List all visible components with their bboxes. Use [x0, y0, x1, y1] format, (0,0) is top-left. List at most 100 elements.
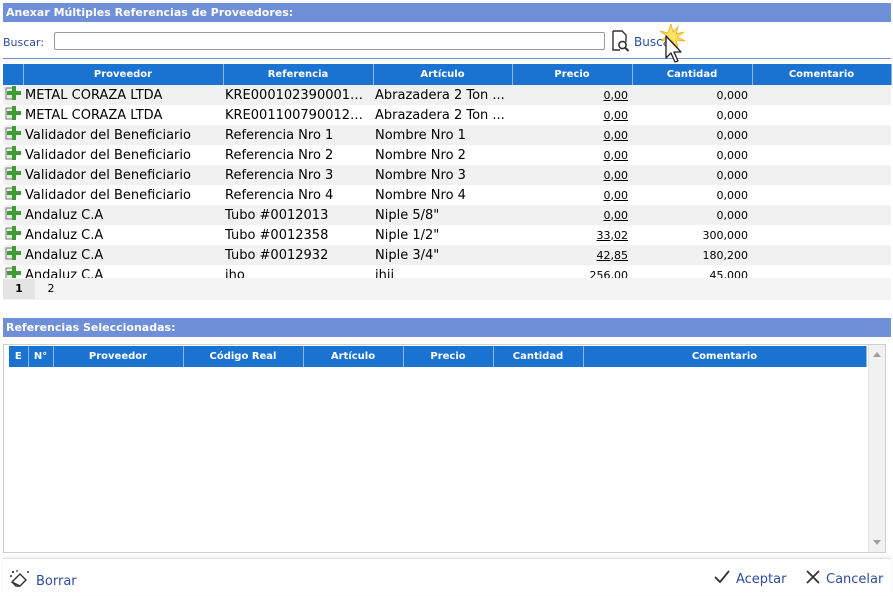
- aceptar-label: Aceptar: [736, 571, 787, 587]
- selected-references-table: E N° Proveedor Código Real Artículo Prec…: [9, 346, 867, 367]
- selected-references-panel: E N° Proveedor Código Real Artículo Prec…: [3, 344, 886, 553]
- cancelar-label: Cancelar: [826, 571, 884, 587]
- cell-comentario: [752, 185, 891, 205]
- add-row-button[interactable]: [3, 205, 23, 225]
- precio-link[interactable]: 0,00: [604, 149, 629, 162]
- add-icon[interactable]: [5, 225, 21, 245]
- cell-precio: 33,02: [512, 225, 632, 245]
- cell-comentario: [752, 205, 891, 225]
- cell-proveedor: Validador del Beneficiario: [23, 145, 223, 165]
- table-row[interactable]: Andaluz C.A Tubo #0012013 Niple 5/8" 0,00 0,…: [3, 205, 891, 225]
- cell-articulo: Abrazadera 2 Ton ...: [373, 105, 512, 125]
- cell-proveedor: Validador del Beneficiario: [23, 185, 223, 205]
- cell-articulo: Niple 1/2": [373, 225, 512, 245]
- cell-articulo: Niple 5/8": [373, 205, 512, 225]
- cell-referencia: Referencia Nro 1: [223, 125, 373, 145]
- column-header-proveedor: Proveedor: [53, 346, 184, 367]
- search-bar: Buscar: Buscar: [3, 29, 891, 56]
- cell-proveedor: Andaluz C.A: [23, 205, 223, 225]
- eraser-icon: [9, 569, 31, 593]
- column-header-proveedor[interactable]: Proveedor: [23, 64, 224, 85]
- page-2-link[interactable]: 2: [35, 279, 67, 299]
- search-input[interactable]: [54, 32, 605, 50]
- cell-articulo: Niple 3/4": [373, 245, 512, 265]
- aceptar-button[interactable]: Aceptar: [713, 569, 786, 589]
- precio-link[interactable]: 0,00: [604, 189, 629, 202]
- add-row-button[interactable]: [3, 145, 23, 165]
- add-row-button[interactable]: [3, 105, 23, 125]
- cell-cantidad: 0,000: [632, 85, 752, 105]
- precio-link[interactable]: 0,00: [604, 89, 629, 102]
- cell-cantidad: 180,200: [632, 245, 752, 265]
- column-header-e: E: [9, 346, 29, 367]
- borrar-label: Borrar: [36, 573, 77, 589]
- add-row-button[interactable]: [3, 225, 23, 245]
- table-row[interactable]: METAL CORAZA LTDA KRE00010239000127... Abr…: [3, 85, 891, 105]
- borrar-button[interactable]: Borrar: [9, 569, 77, 593]
- close-icon: [805, 569, 821, 589]
- cell-referencia: Tubo #0012013: [223, 205, 373, 225]
- cell-cantidad: 0,000: [632, 145, 752, 165]
- scroll-down-arrow-icon[interactable]: [873, 540, 881, 545]
- column-header-referencia[interactable]: Referencia: [223, 64, 374, 85]
- table-row[interactable]: Andaluz C.A Tubo #0012932 Niple 3/4" 42,85 1…: [3, 245, 891, 265]
- add-row-button[interactable]: [3, 125, 23, 145]
- add-row-button[interactable]: [3, 85, 23, 105]
- add-icon[interactable]: [5, 85, 21, 105]
- scroll-up-arrow-icon[interactable]: [873, 352, 881, 357]
- column-header-codigo-real: Código Real: [183, 346, 304, 367]
- cell-precio: 0,00: [512, 205, 632, 225]
- add-row-button[interactable]: [3, 245, 23, 265]
- cell-precio: 0,00: [512, 125, 632, 145]
- references-table: Proveedor Referencia Artículo Precio Can…: [3, 64, 892, 285]
- cell-referencia: Tubo #0012358: [223, 225, 373, 245]
- column-header-add: [3, 64, 24, 85]
- table-row[interactable]: Validador del Beneficiario Referencia Nro…: [3, 145, 891, 165]
- table-row[interactable]: Validador del Beneficiario Referencia Nro…: [3, 185, 891, 205]
- add-icon[interactable]: [5, 205, 21, 225]
- cell-articulo: Abrazadera 2 Ton ...: [373, 85, 512, 105]
- table-row[interactable]: Andaluz C.A Tubo #0012358 Niple 1/2" 33,02 3…: [3, 225, 891, 245]
- page-1-link[interactable]: 1: [3, 279, 35, 299]
- add-icon[interactable]: [5, 245, 21, 265]
- column-header-articulo[interactable]: Artículo: [373, 64, 513, 85]
- cell-cantidad: 300,000: [632, 225, 752, 245]
- cell-comentario: [752, 85, 891, 105]
- add-row-button[interactable]: [3, 185, 23, 205]
- column-header-articulo: Artículo: [303, 346, 404, 367]
- precio-link[interactable]: 0,00: [604, 209, 629, 222]
- precio-link[interactable]: 33,02: [597, 229, 629, 242]
- cell-referencia: Referencia Nro 4: [223, 185, 373, 205]
- search-document-icon: [610, 29, 630, 55]
- vertical-scrollbar[interactable]: [868, 345, 885, 552]
- add-icon[interactable]: [5, 165, 21, 185]
- cell-precio: 0,00: [512, 185, 632, 205]
- section-title-seleccionadas: Referencias Seleccionadas:: [3, 318, 891, 337]
- cell-proveedor: Andaluz C.A: [23, 245, 223, 265]
- cell-comentario: [752, 245, 891, 265]
- cancelar-button[interactable]: Cancelar: [805, 569, 883, 589]
- cell-cantidad: 0,000: [632, 125, 752, 145]
- cell-comentario: [752, 125, 891, 145]
- add-icon[interactable]: [5, 105, 21, 125]
- table-row[interactable]: Validador del Beneficiario Referencia Nro…: [3, 165, 891, 185]
- table-row[interactable]: METAL CORAZA LTDA KRE00110079001278... Abr…: [3, 105, 891, 125]
- table-row[interactable]: Validador del Beneficiario Referencia Nro…: [3, 125, 891, 145]
- add-row-button[interactable]: [3, 165, 23, 185]
- column-header-comentario[interactable]: Comentario: [752, 64, 892, 85]
- add-icon[interactable]: [5, 125, 21, 145]
- cell-referencia: KRE00110079001278...: [223, 105, 373, 125]
- precio-link[interactable]: 42,85: [597, 249, 629, 262]
- precio-link[interactable]: 0,00: [604, 129, 629, 142]
- column-header-precio[interactable]: Precio: [512, 64, 633, 85]
- add-icon[interactable]: [5, 185, 21, 205]
- mouse-cursor-icon: [656, 22, 696, 68]
- cell-cantidad: 0,000: [632, 185, 752, 205]
- precio-link[interactable]: 0,00: [604, 109, 629, 122]
- cell-referencia: KRE00010239000127...: [223, 85, 373, 105]
- column-header-cantidad: Cantidad: [493, 346, 584, 367]
- precio-link[interactable]: 0,00: [604, 169, 629, 182]
- check-icon: [713, 569, 731, 589]
- table-header-row: E N° Proveedor Código Real Artículo Prec…: [9, 346, 867, 367]
- add-icon[interactable]: [5, 145, 21, 165]
